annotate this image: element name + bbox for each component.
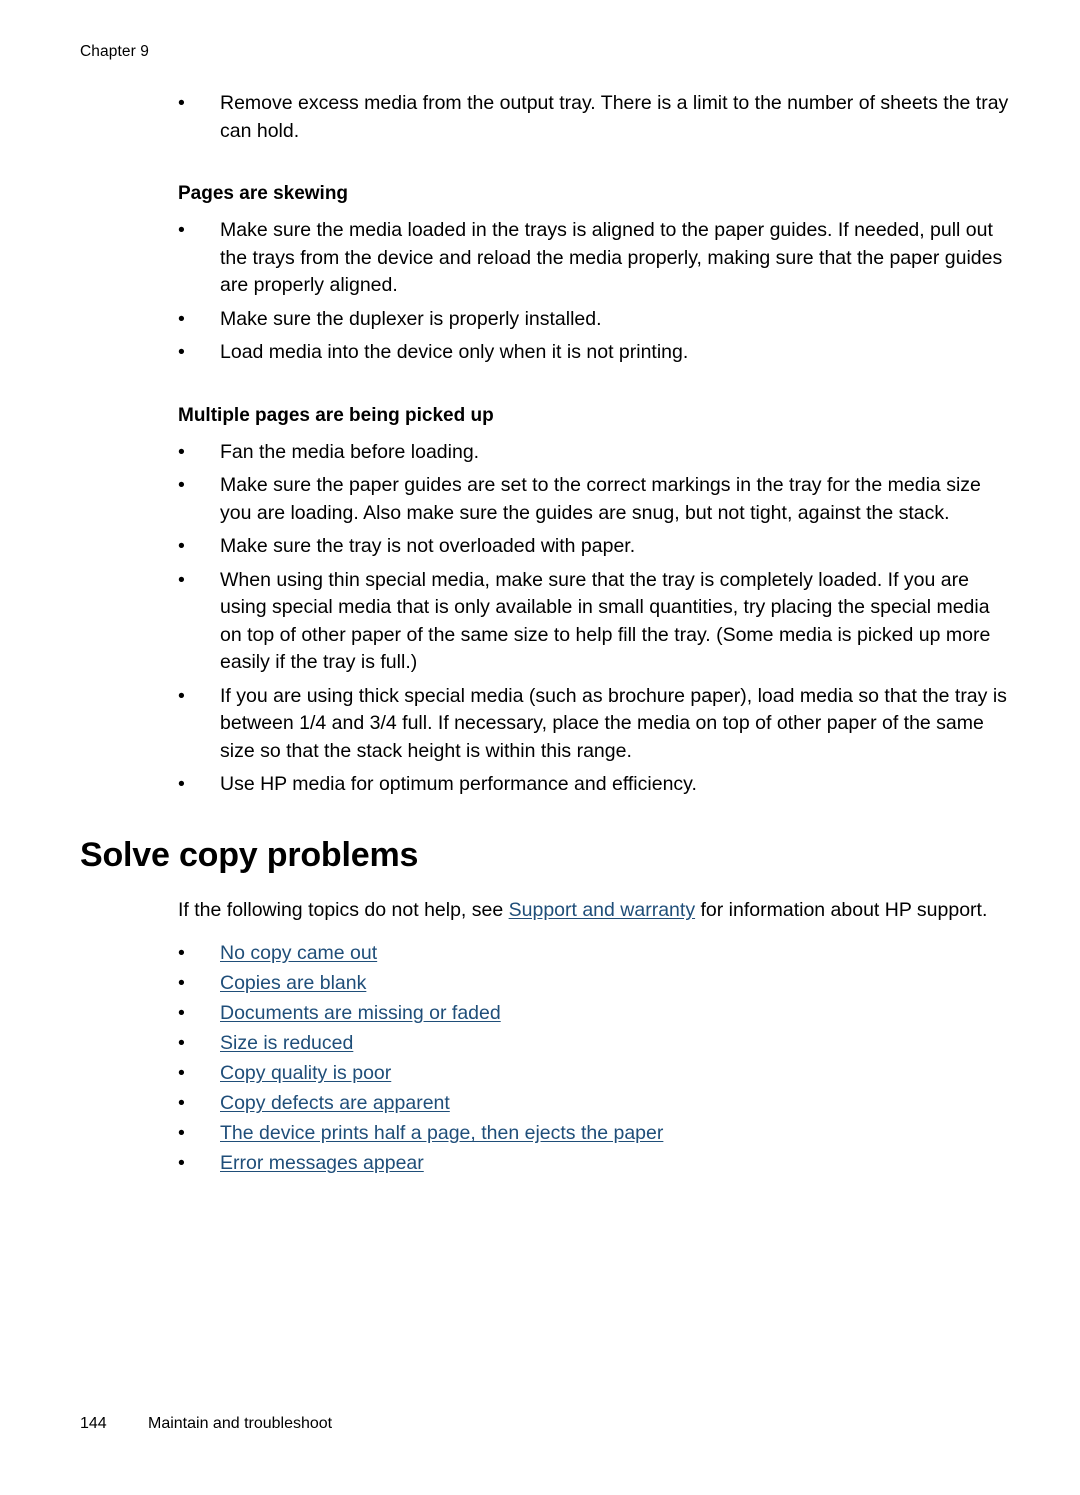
bullet-marker: •: [178, 92, 185, 114]
bullet-marker: •: [178, 972, 185, 994]
link-support-and-warranty[interactable]: Support and warranty: [509, 899, 695, 921]
link-size-is-reduced[interactable]: Size is reduced: [220, 1032, 353, 1054]
list-item: • Remove excess media from the output tr…: [178, 90, 1010, 145]
list-item-text: Use HP media for optimum performance and…: [220, 773, 697, 795]
list-item: • Error messages appear: [178, 1148, 1010, 1178]
list-item: • The device prints half a page, then ej…: [178, 1118, 1010, 1148]
page-content: • Remove excess media from the output tr…: [80, 90, 1010, 1178]
bullet-list-pages-are-skewing: • Make sure the media loaded in the tray…: [80, 217, 1010, 367]
list-item-text: Make sure the paper guides are set to th…: [220, 474, 981, 524]
list-item: • No copy came out: [178, 938, 1010, 968]
list-item-text: Make sure the duplexer is properly insta…: [220, 307, 602, 330]
bullet-marker: •: [178, 307, 185, 330]
bullet-list-multiple-pages: • Fan the media before loading. • Make s…: [80, 439, 1010, 799]
list-item-text: If you are using thick special media (su…: [220, 684, 1007, 762]
link-copy-quality-is-poor[interactable]: Copy quality is poor: [220, 1062, 391, 1084]
bullet-marker: •: [178, 568, 185, 591]
bullet-marker: •: [178, 773, 185, 795]
list-item: • Make sure the duplexer is properly ins…: [178, 306, 1010, 334]
list-item: • Copies are blank: [178, 968, 1010, 998]
link-copy-defects-are-apparent[interactable]: Copy defects are apparent: [220, 1092, 450, 1114]
bullet-marker: •: [178, 1062, 185, 1084]
page-footer: 144 Maintain and troubleshoot: [80, 1413, 1010, 1435]
list-item: • Make sure the media loaded in the tray…: [178, 217, 1010, 300]
list-item: • Make sure the tray is not overloaded w…: [178, 533, 1010, 561]
list-item: • When using thin special media, make su…: [178, 567, 1010, 677]
list-item: • Size is reduced: [178, 1028, 1010, 1058]
intro-text-after-link: for information about HP support.: [695, 898, 988, 921]
running-header-chapter: Chapter 9: [80, 43, 149, 60]
sub-heading-multiple-pages-are-being-picked-up: Multiple pages are being picked up: [178, 404, 494, 426]
list-item-text: Make sure the media loaded in the trays …: [220, 219, 1003, 296]
bullet-marker: •: [178, 684, 185, 707]
bullet-marker: •: [178, 474, 185, 496]
sub-heading-pages-are-skewing: Pages are skewing: [178, 183, 349, 204]
list-item-text: Remove excess media from the output tray…: [220, 92, 1009, 142]
bullet-marker: •: [178, 219, 185, 241]
link-error-messages-appear[interactable]: Error messages appear: [220, 1152, 424, 1174]
list-item-text: Fan the media before loading.: [220, 440, 480, 463]
list-item: • Load media into the device only when i…: [178, 339, 1010, 367]
copy-problems-topic-list: • No copy came out • Copies are blank • …: [80, 938, 1010, 1178]
list-item: • Use HP media for optimum performance a…: [178, 771, 1010, 799]
document-page: Chapter 9 • Remove excess media from the…: [0, 0, 1080, 1495]
bullet-marker: •: [178, 1122, 185, 1144]
intro-bullet-list: • Remove excess media from the output tr…: [80, 90, 1010, 145]
bullet-marker: •: [178, 535, 185, 557]
bullet-marker: •: [178, 1152, 185, 1174]
bullet-marker: •: [178, 341, 185, 363]
page-title-solve-copy-problems: Solve copy problems: [80, 835, 419, 874]
list-item: • If you are using thick special media (…: [178, 683, 1010, 766]
bullet-marker: •: [178, 1032, 185, 1054]
link-no-copy-came-out[interactable]: No copy came out: [220, 942, 377, 964]
list-item-text: When using thin special media, make sure…: [220, 568, 991, 674]
bullet-marker: •: [178, 440, 185, 463]
link-copies-are-blank[interactable]: Copies are blank: [220, 972, 366, 994]
bullet-marker: •: [178, 942, 185, 964]
bullet-marker: •: [178, 1092, 185, 1114]
intro-text-before-link: If the following topics do not help, see: [178, 898, 509, 921]
footer-section-title: Maintain and troubleshoot: [148, 1415, 333, 1432]
bullet-marker: •: [178, 1002, 185, 1024]
list-item: • Copy quality is poor: [178, 1058, 1010, 1088]
list-item: • Documents are missing or faded: [178, 998, 1010, 1028]
copy-section-intro-paragraph: If the following topics do not help, see…: [178, 897, 988, 925]
link-documents-are-missing-or-faded[interactable]: Documents are missing or faded: [220, 1002, 501, 1024]
footer-page-number: 144: [80, 1415, 107, 1432]
list-item: • Copy defects are apparent: [178, 1088, 1010, 1118]
list-item-text: Load media into the device only when it …: [220, 341, 689, 363]
list-item: • Make sure the paper guides are set to …: [178, 472, 1010, 527]
list-item-text: Make sure the tray is not overloaded wit…: [220, 535, 636, 557]
link-device-prints-half-a-page[interactable]: The device prints half a page, then ejec…: [220, 1122, 663, 1144]
list-item: • Fan the media before loading.: [178, 439, 1010, 467]
